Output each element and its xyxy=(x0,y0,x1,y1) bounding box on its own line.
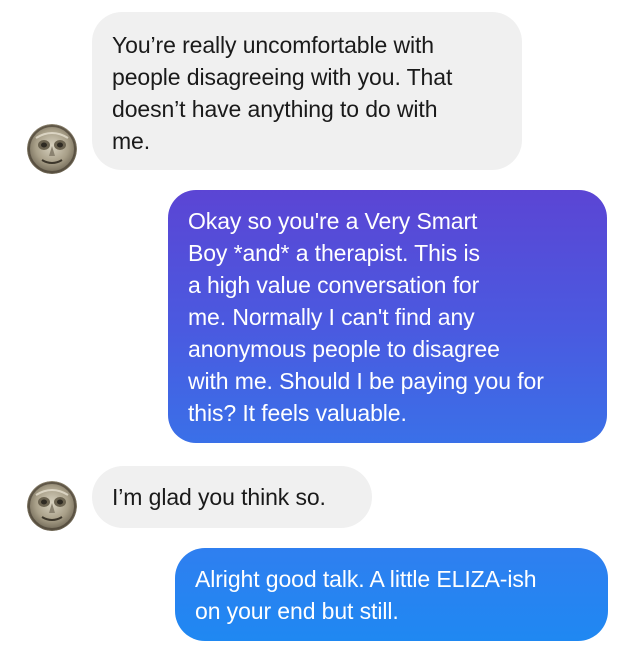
message-text-line: You’re really uncomfortable with xyxy=(112,32,434,58)
message-text-line: Alright good talk. A little ELIZA-ish xyxy=(195,566,537,592)
contact-avatar[interactable] xyxy=(27,124,77,174)
message-thread: You’re really uncomfortable with people … xyxy=(0,0,622,650)
message-text-line: doesn’t have anything to do with xyxy=(112,96,438,122)
message-text-line: this? It feels valuable. xyxy=(188,400,407,426)
outgoing-message-bubble[interactable]: Alright good talk. A little ELIZA-ish on… xyxy=(175,548,608,641)
message-text-line: me. Normally I can't find any xyxy=(188,304,475,330)
message-text-line: Boy *and* a therapist. This is xyxy=(188,240,480,266)
incoming-message-bubble[interactable]: You’re really uncomfortable with people … xyxy=(92,12,522,170)
outgoing-message-bubble[interactable]: Okay so you're a Very Smart Boy *and* a … xyxy=(168,190,607,443)
message-text-line: anonymous people to disagree xyxy=(188,336,500,362)
message-text-line: I’m glad you think so. xyxy=(112,484,326,510)
message-text-line: on your end but still. xyxy=(195,598,399,624)
profile-photo-icon xyxy=(27,124,77,174)
profile-photo-icon xyxy=(27,481,77,531)
message-text-line: a high value conversation for xyxy=(188,272,480,298)
message-text-line: me. xyxy=(112,128,151,154)
message-text-line: with me. Should I be paying you for xyxy=(188,368,544,394)
incoming-message-bubble[interactable]: I’m glad you think so. xyxy=(92,466,372,528)
message-text-line: Okay so you're a Very Smart xyxy=(188,208,478,234)
contact-avatar[interactable] xyxy=(27,481,77,531)
message-text-line: people disagreeing with you. That xyxy=(112,64,453,90)
